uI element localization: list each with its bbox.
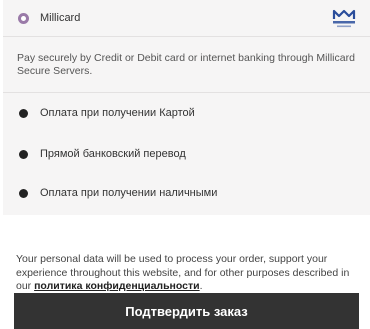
divider <box>3 36 370 37</box>
payment-method-millicard[interactable]: Millicard <box>3 0 370 36</box>
payment-method-cash-on-delivery[interactable]: Оплата при получении наличными <box>3 175 370 211</box>
radio-bank-transfer[interactable] <box>19 149 28 159</box>
place-order-button[interactable]: Подтвердить заказ <box>14 293 359 329</box>
privacy-policy-link[interactable]: политика конфиденциальности <box>34 280 200 292</box>
privacy-suffix: . <box>199 280 203 292</box>
privacy-notice: Your personal data will be used to proce… <box>16 253 361 294</box>
radio-cash-on-delivery[interactable] <box>19 188 28 198</box>
divider <box>3 92 370 93</box>
millicard-logo-icon <box>331 8 357 30</box>
payment-method-bank-transfer[interactable]: Прямой банковский перевод <box>3 136 370 172</box>
payment-methods-panel: Millicard Pay securely by Credit or Debi… <box>3 0 370 215</box>
payment-method-label: Прямой банковский перевод <box>40 148 186 160</box>
payment-method-label: Оплата при получении наличными <box>40 187 218 199</box>
radio-card-on-delivery[interactable] <box>19 108 28 118</box>
payment-method-label: Оплата при получении Картой <box>40 107 195 119</box>
radio-millicard[interactable] <box>18 12 29 24</box>
payment-method-label: Millicard <box>40 12 81 24</box>
payment-method-card-on-delivery[interactable]: Оплата при получении Картой <box>3 95 370 131</box>
payment-method-description: Pay securely by Credit or Debit card or … <box>17 52 355 77</box>
